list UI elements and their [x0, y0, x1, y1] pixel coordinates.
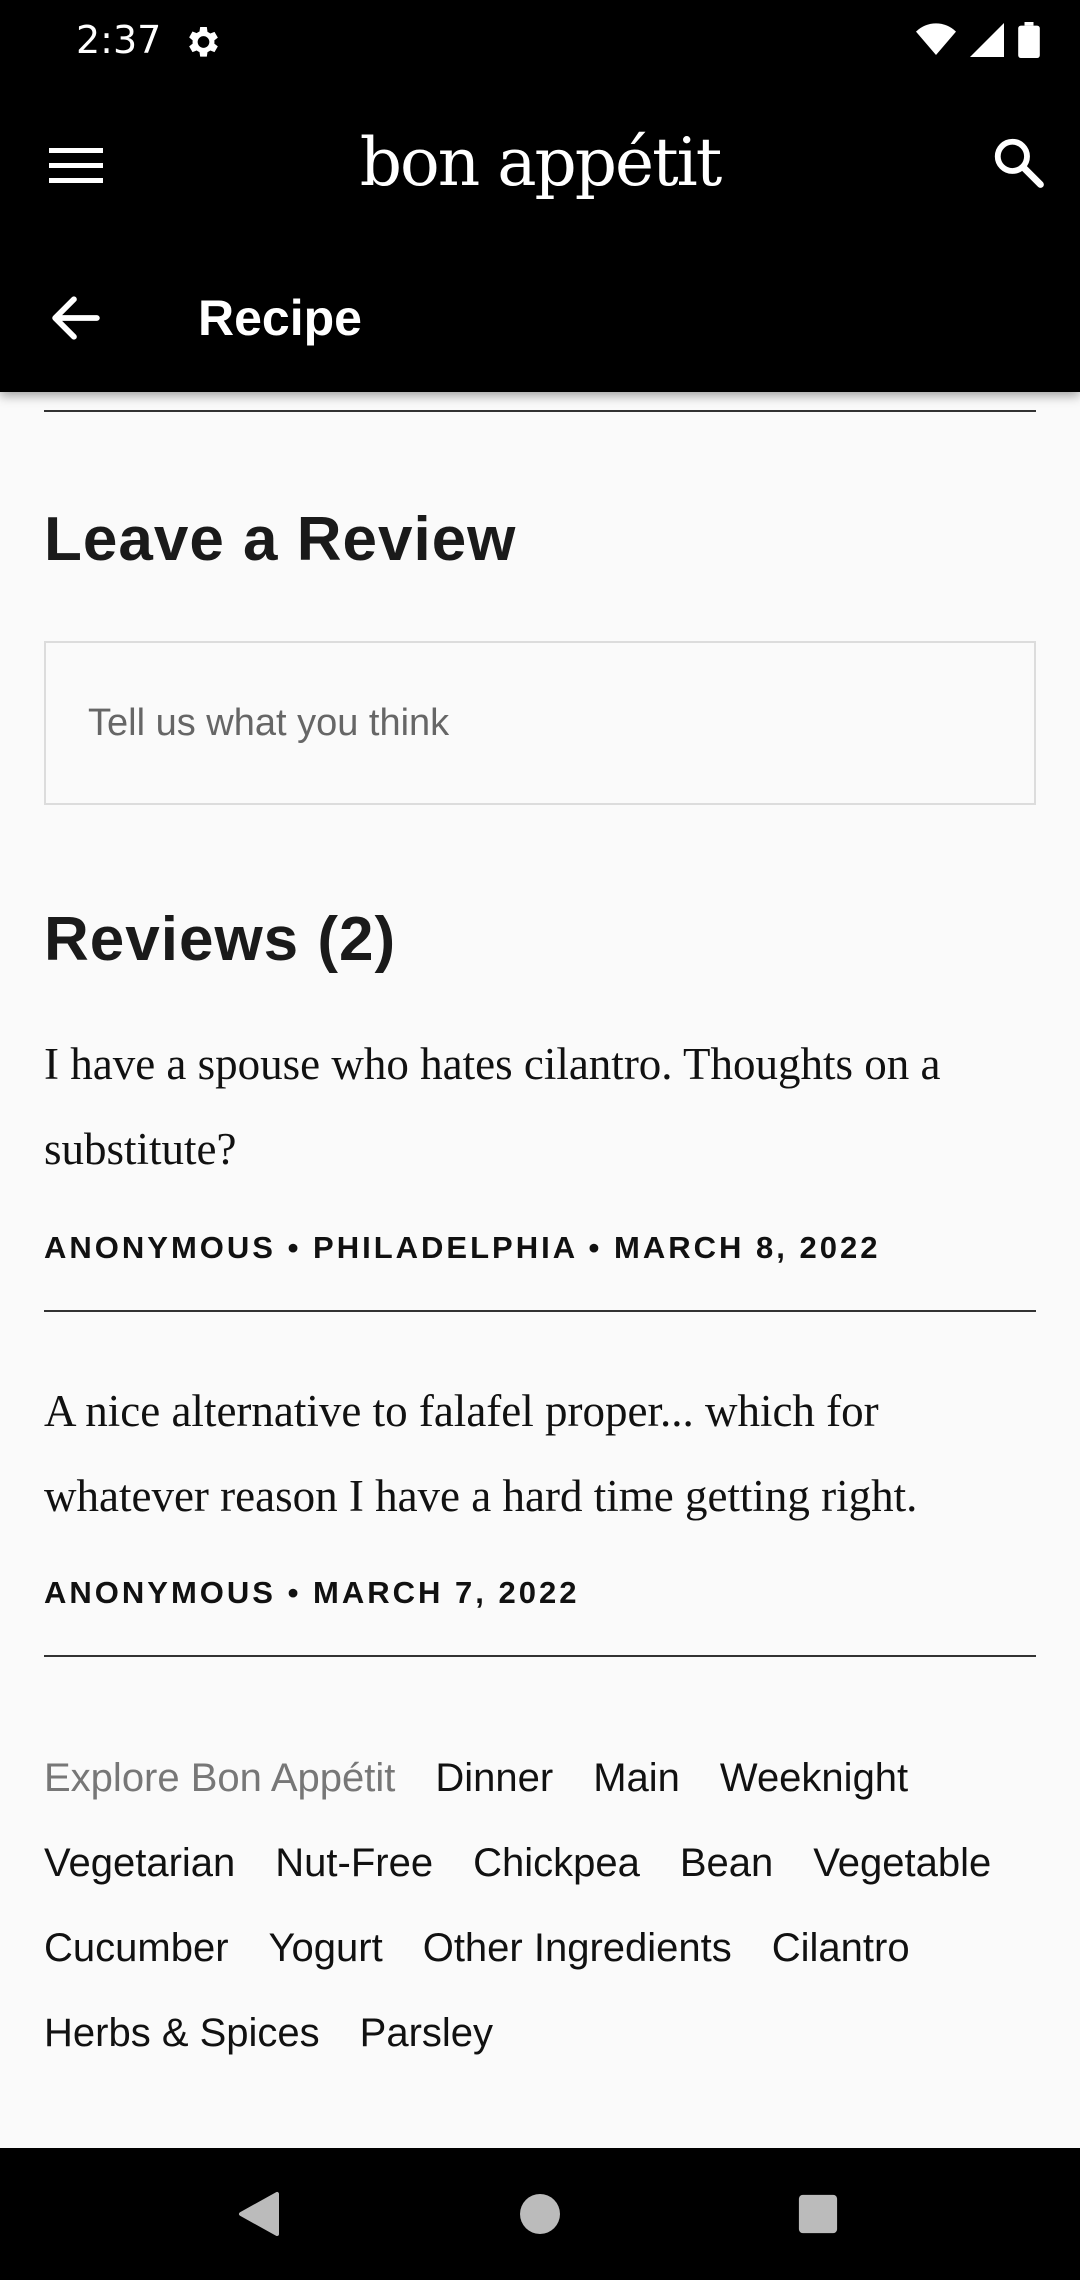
status-time: 2:37 — [76, 18, 162, 62]
search-icon[interactable] — [984, 128, 1052, 196]
tag-link[interactable]: Other Ingredients — [423, 1906, 732, 1991]
review-field-box[interactable] — [44, 641, 1036, 805]
leave-review-heading: Leave a Review — [44, 505, 517, 574]
divider — [44, 410, 1036, 412]
tag-link[interactable]: Bean — [680, 1821, 773, 1906]
divider — [44, 1310, 1036, 1312]
status-bar: 2:37 — [0, 0, 1080, 86]
system-nav-bar — [0, 2148, 1080, 2280]
tag-link[interactable]: Cucumber — [44, 1906, 229, 1991]
tag-link[interactable]: Cilantro — [772, 1906, 910, 1991]
review-meta: ANONYMOUS • MARCH 7, 2022 — [44, 1575, 580, 1610]
review-meta: ANONYMOUS • PHILADELPHIA • MARCH 8, 2022 — [44, 1230, 881, 1265]
page-title: Recipe — [198, 290, 362, 346]
review-input[interactable] — [46, 643, 1034, 803]
explore-tags: Explore Bon Appétit Dinner Main WeeknightVe… — [44, 1736, 1044, 2076]
signal-icon — [970, 22, 1004, 62]
app-bar: bon appétit Recipe — [0, 86, 1080, 392]
brand-logo[interactable]: bon appétit — [0, 124, 1080, 201]
review-text: A nice alternative to falafel proper... … — [44, 1386, 918, 1521]
battery-icon — [1018, 21, 1040, 63]
tag-link[interactable]: Vegetable — [813, 1821, 991, 1906]
tag-link[interactable]: Weeknight — [720, 1736, 908, 1821]
main-content[interactable]: Leave a Review Reviews (2) I have a spou… — [0, 392, 1080, 2148]
reviews-heading: Reviews (2) — [44, 905, 397, 974]
tag-link[interactable]: Chickpea — [473, 1821, 640, 1906]
settings-icon — [182, 22, 222, 62]
tag-link[interactable]: Herbs & Spices — [44, 1991, 320, 2076]
tag-link[interactable]: Parsley — [360, 1991, 493, 2076]
explore-label: Explore Bon Appétit — [44, 1756, 396, 1800]
tag-link[interactable]: Vegetarian — [44, 1821, 235, 1906]
tag-link[interactable]: Main — [593, 1736, 680, 1821]
review-text: I have a spouse who hates cilantro. Thou… — [44, 1039, 941, 1174]
wifi-icon — [916, 22, 956, 62]
nav-home-icon[interactable] — [508, 2182, 572, 2246]
tag-link[interactable]: Yogurt — [269, 1906, 383, 1991]
tag-link[interactable]: Nut-Free — [275, 1821, 433, 1906]
back-arrow-icon[interactable] — [40, 282, 112, 354]
nav-recents-icon[interactable] — [786, 2182, 850, 2246]
nav-back-icon[interactable] — [227, 2182, 291, 2246]
tag-link[interactable]: Dinner — [435, 1736, 553, 1821]
divider — [44, 1655, 1036, 1657]
